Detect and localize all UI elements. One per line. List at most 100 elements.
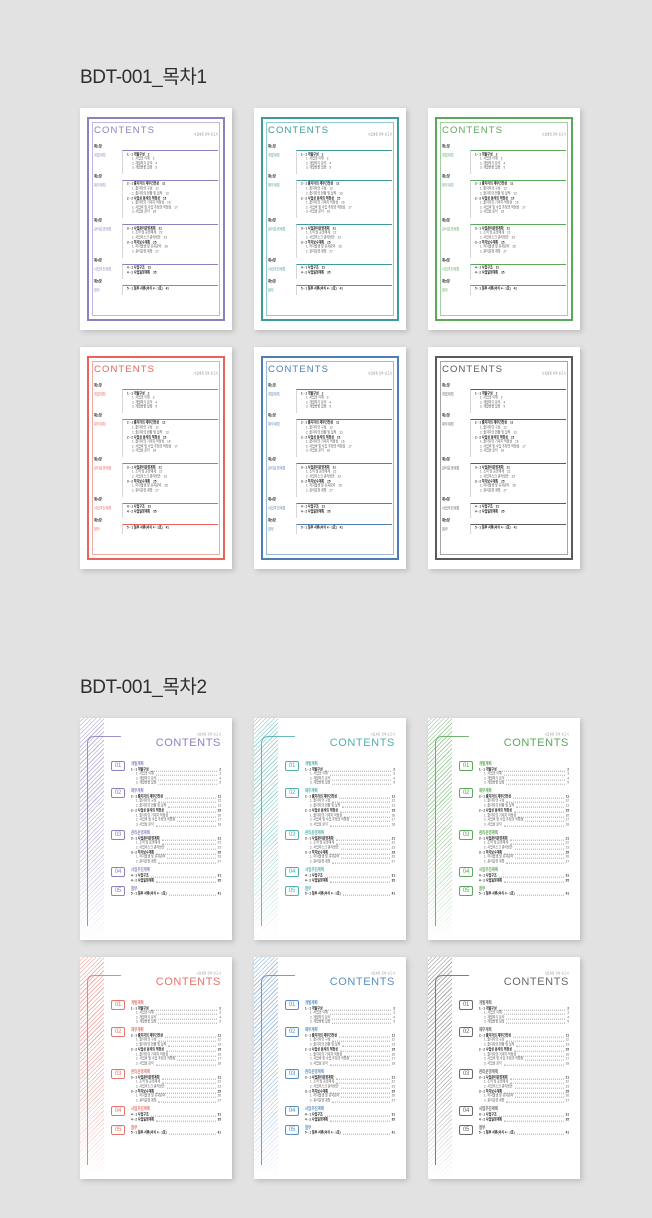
toc-entry: 3. 개발방향 설정 5 <box>127 403 218 410</box>
leader-dots <box>515 1096 564 1098</box>
thumbnail-card-teal-striped[interactable]: 사업계획 전략 보고서 CONTENTS 01 개발계획 1 - 1 개발구성 2 1. 사… <box>254 718 406 940</box>
chapter-number-badge: 05 <box>459 885 473 896</box>
toc-entry-page: 27 <box>503 248 507 254</box>
toc-entry-page: 27 <box>565 858 569 864</box>
thumbnail-card-green-striped[interactable]: 사업계획 전략 보고서 CONTENTS 01 개발계획 1 - 1 개발구성 2 1. 사… <box>428 718 580 940</box>
leader-dots <box>498 875 564 877</box>
thumbnail-card-blue-striped[interactable]: 사업계획 전략 보고서 CONTENTS 01 개발계획 1 - 1 개발구성 2 1. 사… <box>254 957 406 1179</box>
chapter-title: 첨부 <box>94 287 100 293</box>
chapter-number-badge: 02 <box>285 1027 299 1038</box>
leader-dots <box>155 774 218 776</box>
toc-chapter: 03 관리운영계획 3 - 1 사업관리운영계획 21 1. 조직 및 운영체계 22 2.… <box>285 1069 395 1103</box>
toc-entry-page: 35 <box>327 269 331 276</box>
leader-dots <box>332 1040 390 1042</box>
chapter-number-badge: 03 <box>459 830 473 841</box>
chapter-entries: 4 - 1 사업구조 31 4 - 2 사업일정계획 35 <box>470 263 566 279</box>
leader-dots <box>167 1096 216 1098</box>
chapter-row: 개발계획 1 - 1 개발구성 2 1. 사업의 이해 3 2. 개발하기 분석 4 3. 개… <box>268 150 392 174</box>
toc-group: 3 - 1 사업관리운영계획 21 1. 조직 및 운영체계 22 2. 사업리스크 관… <box>131 1075 221 1089</box>
toc-group: 3 - 1 사업관리운영계획 21 1. 조직 및 운영체계 22 2. 사업리스크 관… <box>301 226 392 240</box>
leader-dots <box>342 1045 390 1047</box>
toc-entry-page: 5 <box>155 403 158 410</box>
toc-entry-page: 41 <box>565 1129 569 1136</box>
leader-dots <box>150 769 218 771</box>
chapter-title: 첨부 <box>268 287 274 293</box>
toc-entry-label: 5 - 1 첨부 서류(서식 4 - 1호) <box>479 1129 515 1136</box>
toc-entry-label: 2. 관리운영 계획 <box>132 487 153 493</box>
thumbnail-card-purple-framed[interactable]: CONTENTS 사업계획 전략 보고서 제1장 개발계획 1 - 1 개발구성 2 1. … <box>80 108 232 330</box>
toc-group: 1 - 1 개발구성 2 1. 사업의 이해 3 2. 개발하기 분석 4 3. 개발방향 … <box>127 152 218 171</box>
contents-heading: CONTENTS <box>94 364 156 375</box>
leader-dots <box>510 843 564 845</box>
leader-dots <box>351 820 390 822</box>
thumbnail-card-gray-framed[interactable]: CONTENTS 사업계획 전략 보고서 제1장 개발계획 1 - 1 개발구성 2 1. … <box>428 347 580 569</box>
toc-entry: 5 - 1 첨부 서류(서식 4 - 1호) 41 <box>475 286 566 292</box>
toc-chapter: 제1장 개발계획 1 - 1 개발구성 2 1. 사업의 이해 3 2. 개발하기 분석 4 3… <box>442 383 566 413</box>
toc-body: 01 개발계획 1 - 1 개발구성 2 1. 사업의 이해 3 2. 개발하기 분석 4 3.… <box>459 990 569 1135</box>
thumbnail-card-blue-framed[interactable]: CONTENTS 사업계획 전략 보고서 제1장 개발계획 1 - 1 개발구성 2 1. … <box>254 347 406 569</box>
leader-dots <box>329 1064 390 1066</box>
leader-dots <box>332 778 392 781</box>
diagonal-stripe-pattern <box>428 718 452 940</box>
toc-entry-page: 5 <box>219 1018 221 1025</box>
leader-dots <box>329 825 390 827</box>
toc-group: 3 - 2 하자보수계획 25 1. 하자발생 및 유지관리 26 2. 관리운영 계획… <box>305 850 395 864</box>
leader-dots <box>336 1082 390 1084</box>
leader-dots <box>177 1059 216 1061</box>
toc-entry-page: 18 <box>565 821 569 827</box>
thumbnail-card-gray-striped[interactable]: 사업계획 전략 보고서 CONTENTS 01 개발계획 1 - 1 개발구성 2 1. 사… <box>428 957 580 1179</box>
toc-chapter: 01 개발계획 1 - 1 개발구성 2 1. 사업의 이해 3 2. 개발하기 분석 4 3.… <box>285 761 395 785</box>
chapter-row: 첨부 5 - 1 첨부 서류(서식 4 - 1호) 41 <box>442 284 566 295</box>
toc-entry-label: 3. 개발방향 설정 <box>306 164 327 171</box>
toc-chapter: 제3장 관리운영계획 3 - 1 사업관리운영계획 21 1. 조직 및 운영체계 22 2… <box>268 457 392 497</box>
toc-entry-page: 41 <box>217 890 221 897</box>
thumbnail-card-red-framed[interactable]: CONTENTS 사업계획 전략 보고서 제1장 개발계획 1 - 1 개발구성 2 1. … <box>80 347 232 569</box>
toc-entry-page: 27 <box>565 1097 569 1103</box>
toc-entry-label: 3. 개발방향 설정 <box>480 403 501 410</box>
header-subtitle: 사업계획 전략 보고서 <box>368 371 392 377</box>
chapter-entries: 4 - 1 사업구조 31 4 - 2 사업일정계획 35 <box>122 502 218 518</box>
leader-dots <box>504 1091 564 1094</box>
toc-group: 4 - 2 사업일정계획 35 <box>127 270 218 275</box>
leader-dots <box>156 880 216 883</box>
chapter-number-badge: 03 <box>111 1069 125 1080</box>
toc-chapter: 02 재무계획 2 - 1 출자자의 재무건전성 11 1. 출자자의 구성 12 2. 출… <box>285 1027 395 1065</box>
thumbnail-card-teal-framed[interactable]: CONTENTS 사업계획 전략 보고서 제1장 개발계획 1 - 1 개발구성 2 1. … <box>254 108 406 330</box>
leader-dots <box>162 1082 216 1084</box>
toc-chapter: 제5장 첨부 5 - 1 첨부 서류(서식 4 - 1호) 41 <box>268 518 392 534</box>
toc-group: 1 - 1 개발구성 2 1. 사업의 이해 3 2. 개발하기 분석 4 3. 개발방향 … <box>131 767 221 785</box>
toc-entry-page: 23 <box>163 234 167 240</box>
toc-entry-label: 5 - 1 첨부 서류(서식 4 - 1호) <box>305 890 341 897</box>
thumbnail-card-red-striped[interactable]: 사업계획 전략 보고서 CONTENTS 01 개발계획 1 - 1 개발구성 2 1. 사… <box>80 957 232 1179</box>
leader-dots <box>506 1040 564 1042</box>
toc-entry-page: 5 <box>393 1018 395 1025</box>
leader-dots <box>340 1086 390 1089</box>
toc-chapter: 제1장 개발계획 1 - 1 개발구성 2 1. 사업의 이해 3 2. 개발하기 분석 4 3… <box>442 144 566 174</box>
chapter-entries: 3 - 1 사업관리운영계획 21 1. 조직 및 운영체계 22 2. 사업리스크 관… <box>296 224 392 258</box>
toc-body: 제1장 개발계획 1 - 1 개발구성 2 1. 사업의 이해 3 2. 개발하기 분석 4 3… <box>268 144 392 313</box>
toc-entry: 3. 개발방향 설정 5 <box>305 1018 395 1025</box>
chapter-entries: 4 - 1 사업구조 31 4 - 2 사업일정계획 35 <box>470 502 566 518</box>
toc-group: 2 - 1 출자자의 재무건전성 11 1. 출자자의 구성 12 2. 출자자의 현황… <box>127 421 218 434</box>
toc-chapter: 02 재무계획 2 - 1 출자자의 재무건전성 11 1. 출자자의 구성 12 2. 출… <box>285 788 395 826</box>
toc-entry-label: 3. 개발방향 설정 <box>484 779 505 786</box>
toc-entry-page: 23 <box>163 473 167 479</box>
chapter-number-badge: 05 <box>285 885 299 896</box>
contents-heading: CONTENTS <box>329 976 395 988</box>
leader-dots <box>506 862 564 864</box>
leader-dots <box>332 801 390 803</box>
leader-dots <box>324 1008 392 1010</box>
toc-entry-page: 18 <box>500 209 505 215</box>
thumbnail-card-green-framed[interactable]: CONTENTS 사업계획 전략 보고서 제1장 개발계획 1 - 1 개발구성 2 1. … <box>428 108 580 330</box>
thumbnail-card-purple-striped[interactable]: 사업계획 전략 보고서 CONTENTS 01 개발계획 1 - 1 개발구성 2 1. 사… <box>80 718 232 940</box>
contents-heading: CONTENTS <box>442 125 504 136</box>
chapter-number-badge: 04 <box>285 867 299 878</box>
leader-dots <box>156 1091 216 1094</box>
toc-chapter: 01 개발계획 1 - 1 개발구성 2 1. 사업의 이해 3 2. 개발하기 분석 4 3.… <box>111 761 221 785</box>
toc-entry-page: 23 <box>337 234 341 240</box>
chapter-row: 첨부 5 - 1 첨부 서류(서식 4 - 1호) 41 <box>94 284 218 295</box>
leader-dots <box>166 847 216 850</box>
toc-entry-label: 3. 개발방향 설정 <box>132 164 153 171</box>
toc-entry-page: 35 <box>327 508 331 515</box>
leader-dots <box>158 1040 216 1042</box>
